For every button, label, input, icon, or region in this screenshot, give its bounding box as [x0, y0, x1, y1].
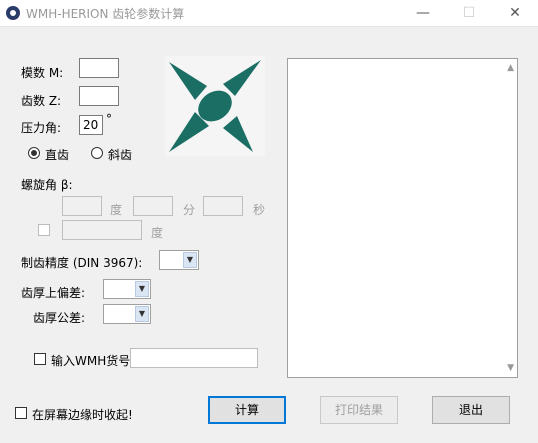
helix-decimal-input	[62, 220, 142, 240]
tooth-upper-dev-select[interactable]: ▼	[103, 279, 151, 299]
module-label: 模数 M:	[21, 66, 64, 80]
combo-arrow-icon: ▼	[183, 252, 197, 268]
close-button[interactable]: ✕	[492, 0, 538, 26]
spur-label: 直齿	[45, 148, 70, 162]
tooth-upper-dev-label: 齿厚上偏差:	[21, 286, 86, 300]
helix-second-input	[203, 196, 243, 216]
maximize-button[interactable]: ☐	[446, 0, 492, 26]
minimize-button[interactable]: —	[400, 0, 446, 26]
precision-select[interactable]: ▼	[159, 250, 199, 270]
helical-radio[interactable]	[91, 147, 103, 159]
helix-minute-unit: 分	[183, 203, 196, 217]
result-textarea[interactable]: ▲ ▼	[287, 58, 518, 378]
combo-arrow-icon: ▼	[135, 281, 149, 297]
wmh-checkbox[interactable]	[34, 353, 46, 365]
module-input[interactable]	[79, 58, 119, 78]
wmh-input[interactable]	[130, 348, 258, 368]
teeth-input[interactable]	[79, 86, 119, 106]
helix-second-unit: 秒	[253, 203, 266, 217]
combo-arrow-icon: ▼	[135, 306, 149, 322]
collapse-label: 在屏幕边缘时收起!	[32, 408, 133, 422]
scroll-up-icon[interactable]: ▲	[507, 63, 514, 73]
helix-angle-label: 螺旋角 β:	[21, 178, 73, 192]
window-title: WMH-HERION 齿轮参数计算	[26, 7, 185, 21]
degree-symbol: °	[106, 112, 112, 126]
spur-radio[interactable]	[28, 147, 40, 159]
helical-label: 斜齿	[108, 148, 133, 162]
pressure-angle-label: 压力角:	[21, 121, 62, 135]
collapse-checkbox[interactable]	[15, 407, 27, 419]
app-logo-icon	[6, 6, 20, 20]
calculate-button[interactable]: 计算	[208, 396, 286, 424]
helix-minute-input	[133, 196, 173, 216]
tooth-tolerance-select[interactable]: ▼	[103, 304, 151, 324]
wmh-checkbox-label: 输入WMH货号	[51, 354, 131, 368]
radio-selected-dot	[31, 150, 37, 156]
helix-decimal-unit: 度	[151, 226, 164, 240]
title-bar: WMH-HERION 齿轮参数计算 — ☐ ✕	[0, 0, 538, 27]
tooth-tolerance-label: 齿厚公差:	[33, 311, 86, 325]
helix-degree-unit: 度	[110, 203, 123, 217]
exit-button[interactable]: 退出	[432, 396, 510, 424]
scroll-down-icon[interactable]: ▼	[507, 363, 514, 373]
print-results-button[interactable]: 打印结果	[320, 396, 398, 424]
pressure-angle-input[interactable]: 20	[79, 115, 103, 135]
precision-label: 制齿精度 (DIN 3967):	[21, 256, 143, 270]
brand-logo-icon	[165, 56, 265, 156]
teeth-label: 齿数 Z:	[21, 94, 62, 108]
helix-decimal-checkbox	[38, 224, 50, 236]
helix-degree-input	[62, 196, 102, 216]
